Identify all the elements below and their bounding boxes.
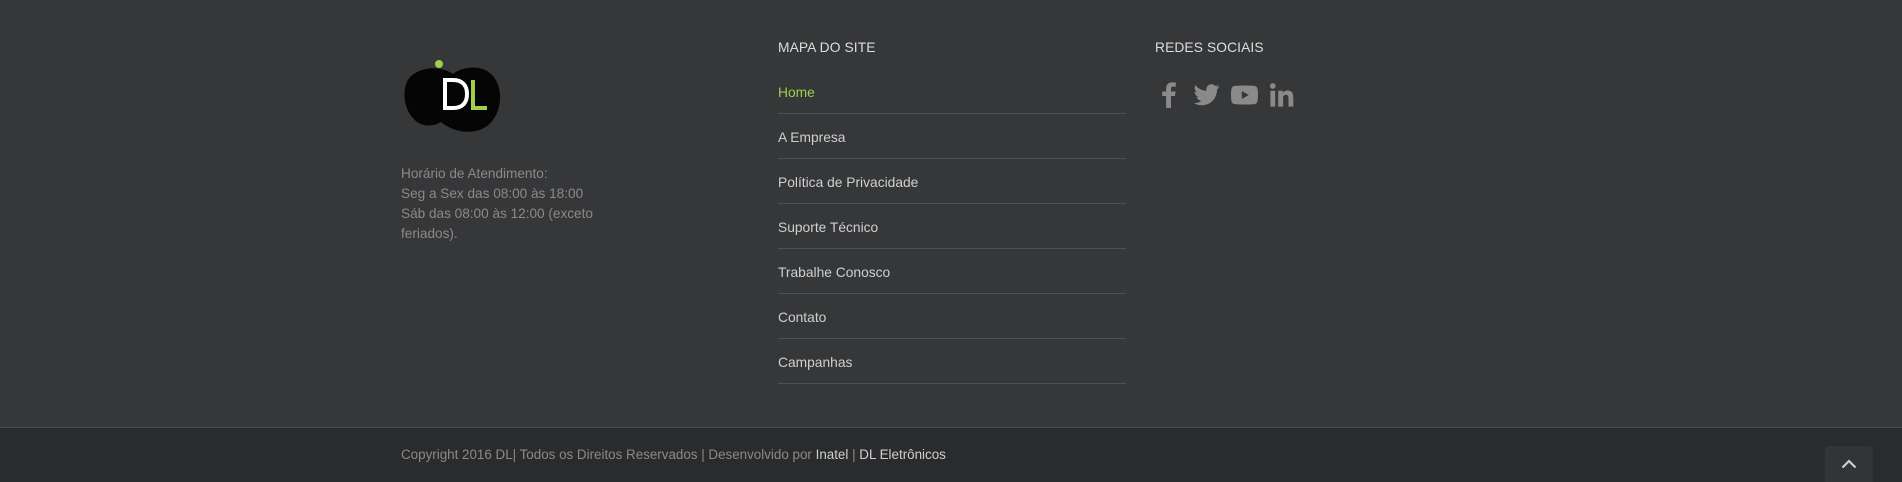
sitemap-link[interactable]: A Empresa (778, 130, 845, 145)
business-hours: Horário de Atendimento: Seg a Sex das 08… (401, 164, 621, 244)
inatel-link[interactable]: Inatel (816, 447, 849, 462)
sitemap-item-home[interactable]: Home (778, 70, 1126, 114)
social-links (1155, 80, 1307, 110)
hours-line: feriados). (401, 226, 458, 241)
hours-line: Seg a Sex das 08:00 às 18:00 (401, 186, 584, 201)
sitemap-item-a-empresa[interactable]: A Empresa (778, 115, 1126, 159)
sitemap-item-suporte-tecnico[interactable]: Suporte Técnico (778, 205, 1126, 249)
dl-eletronicos-link[interactable]: DL Eletrônicos (859, 447, 946, 462)
sitemap-link[interactable]: Home (778, 85, 815, 100)
sitemap-item-trabalhe-conosco[interactable]: Trabalhe Conosco (778, 250, 1126, 294)
sitemap-item-politica-de-privacidade[interactable]: Política de Privacidade (778, 160, 1126, 204)
sitemap-link[interactable]: Campanhas (778, 355, 852, 370)
facebook-icon[interactable] (1155, 82, 1182, 109)
copyright-separator: | (848, 447, 860, 462)
dl-logo[interactable] (401, 56, 505, 132)
copyright: Copyright 2016 DL| Todos os Direitos Res… (401, 447, 946, 462)
sitemap-item-campanhas[interactable]: Campanhas (778, 340, 1126, 384)
youtube-icon[interactable] (1231, 82, 1258, 109)
social-title: REDES SOCIAIS (1155, 40, 1264, 55)
copyright-text: Copyright 2016 DL| Todos os Direitos Res… (401, 447, 816, 462)
chevron-up-icon (1841, 459, 1857, 469)
hours-line: Sáb das 08:00 às 12:00 (exceto (401, 206, 593, 221)
sitemap-menu: Home A Empresa Política de Privacidade S… (778, 70, 1126, 384)
sitemap-link[interactable]: Política de Privacidade (778, 175, 918, 190)
sitemap-item-contato[interactable]: Contato (778, 295, 1126, 339)
sitemap-link[interactable]: Trabalhe Conosco (778, 265, 890, 280)
twitter-icon[interactable] (1193, 82, 1220, 109)
sitemap-link[interactable]: Suporte Técnico (778, 220, 878, 235)
hours-line: Horário de Atendimento: (401, 166, 548, 181)
back-to-top-button[interactable] (1825, 446, 1873, 482)
sitemap-title: MAPA DO SITE (778, 40, 876, 55)
linkedin-icon[interactable] (1269, 82, 1296, 109)
footer-bottom-bar: Copyright 2016 DL| Todos os Direitos Res… (0, 427, 1902, 482)
sitemap-link[interactable]: Contato (778, 310, 826, 325)
footer-main: Horário de Atendimento: Seg a Sex das 08… (0, 0, 1902, 427)
